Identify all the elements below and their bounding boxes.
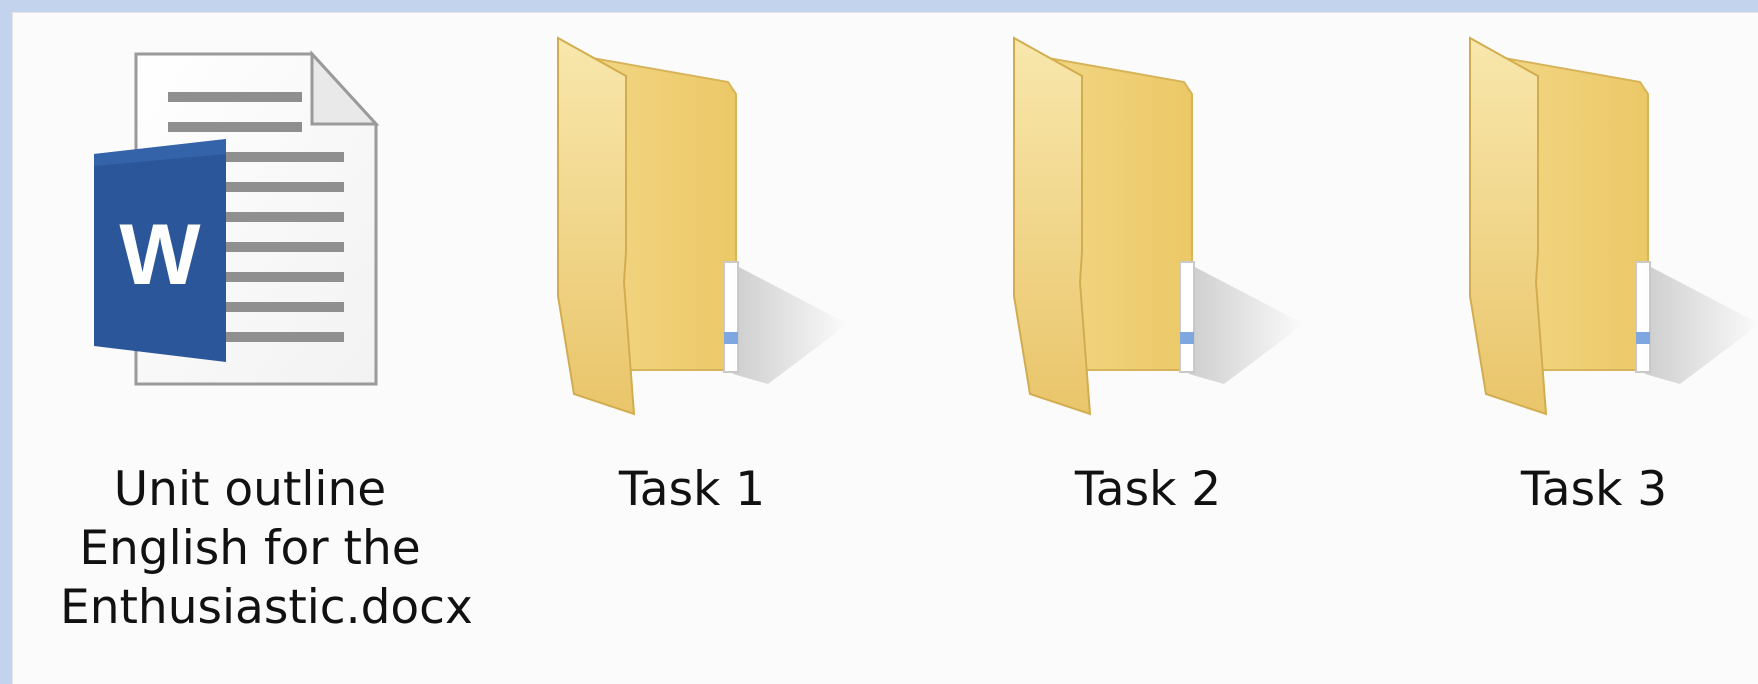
- svg-text:W: W: [119, 207, 201, 303]
- folder-label: Task 2: [1074, 462, 1222, 517]
- file-label: Unit outline English for the Enthusiasti…: [60, 460, 473, 637]
- folder-icon: [1430, 24, 1758, 424]
- explorer-window-frame: W Unit outline English for the Enthusias…: [0, 0, 1758, 684]
- folder-icon: [974, 24, 1314, 424]
- file-list-pane[interactable]: W Unit outline English for the Enthusias…: [12, 12, 1758, 684]
- folder-icon: [518, 24, 858, 424]
- file-label-line-3: Enthusiastic.docx: [60, 580, 473, 635]
- file-label-line-1: Unit outline: [113, 462, 387, 517]
- folder-label: Task 1: [618, 462, 766, 517]
- file-label-line-2: English for the: [79, 521, 421, 576]
- word-document-icon: W: [84, 44, 414, 414]
- folder-label: Task 3: [1520, 462, 1668, 517]
